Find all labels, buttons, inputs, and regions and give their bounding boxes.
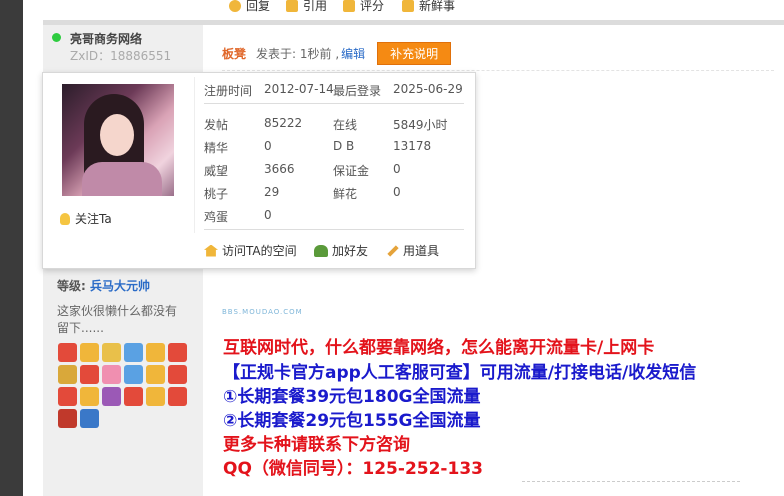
add-friend-icon (314, 244, 328, 257)
medal-icon[interactable] (168, 343, 187, 362)
medal-icon[interactable] (168, 387, 187, 406)
medal-icon[interactable] (80, 365, 99, 384)
left-dark-bar (0, 0, 23, 496)
stat-value: 5849小时 (393, 118, 448, 132)
ad-line: 【正规卡官方app人工客服可查】可用流量/打接电话/收发短信 (223, 363, 697, 383)
card-divider (204, 103, 464, 104)
rate-action[interactable]: 评分 (343, 0, 384, 14)
last-login-label: 最后登录 (333, 84, 382, 98)
username[interactable]: 亮哥商务网络 (70, 30, 142, 47)
medal-icon[interactable] (58, 387, 77, 406)
action-bar: 回复 引用 评分 新鲜事 (43, 0, 784, 20)
visit-space-link[interactable]: 访问TA的空间 (204, 242, 297, 259)
news-action[interactable]: 新鲜事 (402, 0, 455, 14)
add-friend-link[interactable]: 加好友 (314, 242, 368, 259)
stat-label: 发帖 (204, 118, 229, 132)
medal-icon[interactable] (102, 365, 121, 384)
meta-divider (222, 70, 774, 71)
medal-icon[interactable] (124, 387, 143, 406)
stat-label: 精华 (204, 141, 229, 155)
floor-label: 板凳 (222, 47, 247, 61)
stat-value: 0 (264, 208, 272, 222)
user-avatar[interactable] (62, 84, 174, 196)
medal-icon[interactable] (80, 387, 99, 406)
post-meta: 板凳 发表于: 1秒前 , 编辑 补充说明 (222, 42, 452, 65)
avatar-body (82, 162, 162, 196)
card-footer-divider (204, 229, 464, 230)
quote-icon (286, 0, 298, 12)
medal-icon[interactable] (102, 343, 121, 362)
ad-line: 互联网时代，什么都要靠网络，怎么能离开流量卡/上网卡 (223, 338, 655, 358)
reply-action[interactable]: 回复 (229, 0, 270, 14)
supplement-button[interactable]: 补充说明 (377, 42, 452, 65)
stat-label: 在线 (333, 118, 358, 132)
ad-line: QQ（微信同号）：125-252-133 (223, 459, 483, 479)
medal-icon[interactable] (102, 387, 121, 406)
medal-icon[interactable] (146, 365, 165, 384)
last-login-date: 2025-06-29 (393, 82, 463, 96)
watermark: BBS.MOUDAO.COM (222, 308, 303, 316)
stat-value: 85222 (264, 116, 303, 130)
user-signature: 这家伙很懒什么都没有留下...... (57, 304, 178, 335)
avatar-face (100, 114, 134, 156)
medal-icon[interactable] (146, 343, 165, 362)
card-vertical-divider (194, 77, 195, 233)
ad-line: ①长期套餐39元包180G全国流量 (223, 387, 481, 407)
home-icon (204, 244, 218, 257)
reg-date: 2012-07-14 (264, 82, 334, 96)
stat-value: 3666 (264, 162, 295, 176)
stat-value: 0 (393, 185, 401, 199)
n-icon (402, 0, 414, 12)
stat-label: 鸡蛋 (204, 210, 229, 224)
stat-value: 13178 (393, 139, 432, 153)
user-id: ZxID：18886551 (70, 49, 172, 63)
stat-label: 桃子 (204, 187, 229, 201)
stat-label: D B (333, 139, 355, 153)
ad-line: 更多卡种请联系下方咨询 (223, 435, 410, 455)
reply-icon (229, 0, 241, 12)
user-info-card: 关注Ta 注册时间 2012-07-14 最后登录 2025-06-29 发帖 … (42, 72, 476, 269)
bulb-icon (60, 212, 70, 225)
signature-divider (522, 481, 740, 482)
stat-value: 29 (264, 185, 280, 199)
quote-action[interactable]: 引用 (286, 0, 327, 14)
user-level: 等级: 兵马大元帅 (57, 279, 151, 293)
post-time: 发表于: 1秒前 , (256, 47, 340, 61)
medal-icon[interactable] (80, 343, 99, 362)
medal-icon[interactable] (124, 365, 143, 384)
tool-icon (387, 244, 399, 257)
stat-label: 威望 (204, 164, 229, 178)
stat-value: 0 (264, 139, 272, 153)
reg-label: 注册时间 (204, 84, 253, 98)
medal-icon[interactable] (58, 409, 77, 428)
online-status-icon (52, 33, 61, 42)
medal-icon[interactable] (168, 365, 187, 384)
medal-icon[interactable] (58, 365, 77, 384)
stat-label: 鲜花 (333, 187, 358, 201)
follow-button[interactable]: 关注Ta (60, 210, 112, 227)
stat-label: 保证金 (333, 164, 370, 178)
edit-link[interactable]: 编辑 (341, 45, 365, 62)
plus-icon (343, 0, 355, 12)
medal-icon[interactable] (80, 409, 99, 428)
medal-grid (58, 343, 194, 428)
use-item-link[interactable]: 用道具 (386, 242, 439, 259)
medal-icon[interactable] (146, 387, 165, 406)
medal-icon[interactable] (124, 343, 143, 362)
stat-value: 0 (393, 162, 401, 176)
ad-line: ②长期套餐29元包155G全国流量 (223, 411, 481, 431)
medal-icon[interactable] (58, 343, 77, 362)
level-name[interactable]: 兵马大元帅 (90, 279, 150, 293)
